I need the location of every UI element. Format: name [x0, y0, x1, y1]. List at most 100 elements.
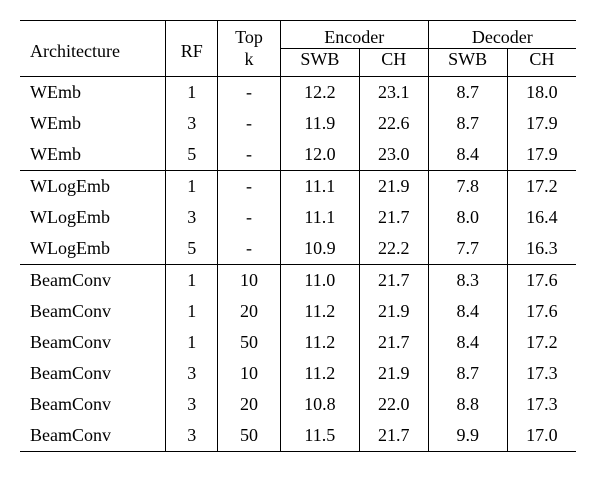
cell-dec-swb: 8.0	[428, 202, 507, 233]
cell-topk: 50	[218, 420, 280, 452]
cell-architecture: BeamConv	[20, 420, 166, 452]
cell-architecture: WLogEmb	[20, 233, 166, 265]
cell-enc-ch: 21.9	[359, 358, 428, 389]
cell-dec-ch: 17.9	[507, 108, 576, 139]
table-row: BeamConv11011.021.78.317.6	[20, 265, 576, 297]
cell-dec-ch: 16.3	[507, 233, 576, 265]
table-row: WLogEmb5-10.922.27.716.3	[20, 233, 576, 265]
cell-enc-swb: 12.0	[280, 139, 359, 171]
cell-enc-swb: 10.9	[280, 233, 359, 265]
cell-dec-ch: 17.6	[507, 265, 576, 297]
cell-enc-swb: 11.9	[280, 108, 359, 139]
cell-dec-swb: 8.8	[428, 389, 507, 420]
header-dec-ch: CH	[507, 49, 576, 77]
cell-topk: 10	[218, 265, 280, 297]
cell-architecture: WLogEmb	[20, 202, 166, 233]
header-top: Top	[218, 21, 280, 49]
results-table-wrapper: Architecture RF Top Encoder Decoder k SW…	[20, 20, 576, 452]
cell-rf: 1	[166, 296, 218, 327]
cell-rf: 3	[166, 389, 218, 420]
header-encoder: Encoder	[280, 21, 428, 49]
cell-dec-swb: 8.4	[428, 139, 507, 171]
cell-dec-ch: 16.4	[507, 202, 576, 233]
table-body: WEmb1-12.223.18.718.0WEmb3-11.922.68.717…	[20, 77, 576, 452]
cell-enc-ch: 21.9	[359, 171, 428, 203]
cell-topk: -	[218, 233, 280, 265]
cell-architecture: BeamConv	[20, 389, 166, 420]
table-row: BeamConv15011.221.78.417.2	[20, 327, 576, 358]
cell-topk: -	[218, 171, 280, 203]
cell-topk: -	[218, 202, 280, 233]
results-table: Architecture RF Top Encoder Decoder k SW…	[20, 20, 576, 452]
header-k: k	[218, 49, 280, 77]
cell-enc-swb: 11.0	[280, 265, 359, 297]
cell-enc-swb: 11.2	[280, 327, 359, 358]
header-enc-ch: CH	[359, 49, 428, 77]
cell-rf: 1	[166, 171, 218, 203]
cell-rf: 3	[166, 202, 218, 233]
cell-architecture: BeamConv	[20, 265, 166, 297]
cell-enc-swb: 10.8	[280, 389, 359, 420]
cell-topk: 50	[218, 327, 280, 358]
cell-dec-ch: 17.3	[507, 358, 576, 389]
table-row: BeamConv12011.221.98.417.6	[20, 296, 576, 327]
header-rf: RF	[166, 21, 218, 77]
header-decoder: Decoder	[428, 21, 576, 49]
cell-architecture: BeamConv	[20, 358, 166, 389]
cell-architecture: WEmb	[20, 108, 166, 139]
cell-dec-ch: 17.3	[507, 389, 576, 420]
cell-dec-ch: 18.0	[507, 77, 576, 109]
table-row: BeamConv35011.521.79.917.0	[20, 420, 576, 452]
cell-rf: 1	[166, 265, 218, 297]
cell-enc-ch: 22.6	[359, 108, 428, 139]
cell-dec-ch: 17.9	[507, 139, 576, 171]
cell-dec-swb: 8.7	[428, 358, 507, 389]
table-row: WLogEmb3-11.121.78.016.4	[20, 202, 576, 233]
cell-enc-ch: 22.2	[359, 233, 428, 265]
cell-dec-ch: 17.6	[507, 296, 576, 327]
cell-enc-swb: 11.5	[280, 420, 359, 452]
cell-dec-swb: 8.7	[428, 108, 507, 139]
cell-enc-ch: 21.7	[359, 327, 428, 358]
cell-dec-swb: 8.4	[428, 327, 507, 358]
cell-dec-ch: 17.0	[507, 420, 576, 452]
header-enc-swb: SWB	[280, 49, 359, 77]
cell-enc-swb: 11.2	[280, 296, 359, 327]
table-row: BeamConv31011.221.98.717.3	[20, 358, 576, 389]
cell-rf: 1	[166, 327, 218, 358]
cell-dec-swb: 7.8	[428, 171, 507, 203]
cell-enc-swb: 11.1	[280, 171, 359, 203]
cell-dec-swb: 7.7	[428, 233, 507, 265]
cell-rf: 3	[166, 108, 218, 139]
cell-topk: 20	[218, 296, 280, 327]
cell-dec-ch: 17.2	[507, 327, 576, 358]
cell-enc-ch: 22.0	[359, 389, 428, 420]
cell-architecture: WEmb	[20, 77, 166, 109]
cell-enc-ch: 23.1	[359, 77, 428, 109]
cell-enc-ch: 21.7	[359, 202, 428, 233]
header-architecture: Architecture	[20, 21, 166, 77]
cell-dec-ch: 17.2	[507, 171, 576, 203]
cell-topk: 10	[218, 358, 280, 389]
header-dec-swb: SWB	[428, 49, 507, 77]
table-row: WEmb1-12.223.18.718.0	[20, 77, 576, 109]
cell-rf: 5	[166, 139, 218, 171]
cell-architecture: BeamConv	[20, 327, 166, 358]
table-header: Architecture RF Top Encoder Decoder k SW…	[20, 21, 576, 77]
header-row-1: Architecture RF Top Encoder Decoder	[20, 21, 576, 49]
table-row: WLogEmb1-11.121.97.817.2	[20, 171, 576, 203]
cell-topk: 20	[218, 389, 280, 420]
cell-topk: -	[218, 139, 280, 171]
cell-enc-swb: 11.1	[280, 202, 359, 233]
cell-enc-ch: 21.9	[359, 296, 428, 327]
cell-enc-swb: 11.2	[280, 358, 359, 389]
cell-enc-ch: 21.7	[359, 265, 428, 297]
cell-architecture: WLogEmb	[20, 171, 166, 203]
cell-topk: -	[218, 77, 280, 109]
table-row: WEmb5-12.023.08.417.9	[20, 139, 576, 171]
cell-rf: 1	[166, 77, 218, 109]
cell-topk: -	[218, 108, 280, 139]
table-row: WEmb3-11.922.68.717.9	[20, 108, 576, 139]
cell-rf: 5	[166, 233, 218, 265]
cell-architecture: WEmb	[20, 139, 166, 171]
